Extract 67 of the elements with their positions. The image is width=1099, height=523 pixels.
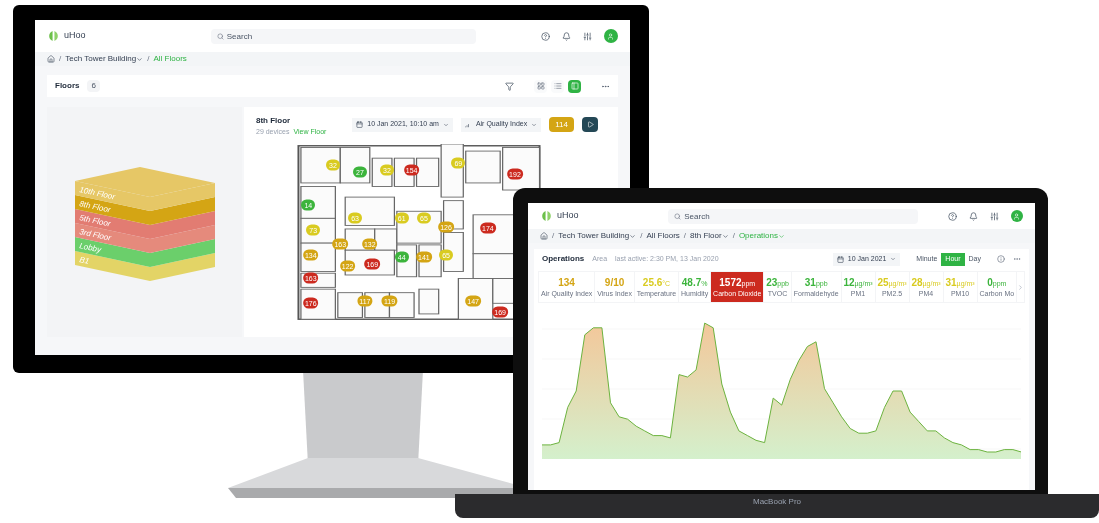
floor-label: 10th Floor [78, 185, 116, 202]
caret-icon [778, 232, 785, 240]
play-button[interactable] [582, 117, 598, 132]
floors-count: 6 [87, 80, 100, 92]
floor-label: B1 [78, 255, 90, 266]
scroll-right-icon[interactable] [1017, 283, 1025, 291]
floor-slab[interactable] [74, 167, 215, 211]
help-icon[interactable] [948, 211, 957, 221]
logo-icon [540, 211, 553, 221]
calendar-icon [356, 121, 364, 128]
caret-icon [890, 256, 897, 262]
info-icon[interactable] [997, 255, 1005, 263]
breadcrumb-link[interactable]: 8th Floor [690, 230, 729, 242]
metric-value: 9/10 [604, 277, 625, 288]
breadcrumb-separator: / [640, 230, 643, 242]
help-icon[interactable] [541, 31, 550, 41]
metric-value: 134 [558, 277, 575, 288]
caret-icon [721, 232, 729, 240]
aqi-value-badge: 114 [549, 117, 574, 132]
breadcrumb-link[interactable]: Tech Tower Building [65, 53, 144, 65]
breadcrumb-link[interactable]: All Floors [646, 230, 680, 242]
logo-icon [47, 31, 60, 41]
home-icon[interactable] [540, 232, 548, 240]
search-icon [216, 32, 224, 40]
view-toggle-button[interactable] [551, 79, 564, 93]
breadcrumb-link[interactable]: Tech Tower Building [558, 230, 637, 242]
breadcrumb-separator: / [147, 53, 150, 65]
avatar[interactable] [1011, 210, 1023, 222]
search-field[interactable]: Search [210, 28, 476, 44]
search-icon [674, 212, 682, 220]
view-toggle-button[interactable] [534, 79, 547, 93]
notification-icon[interactable] [969, 211, 978, 221]
floor-label: 8th Floor [78, 199, 111, 215]
floor-label: Lobby [78, 241, 102, 255]
breadcrumb-separator: / [683, 230, 687, 242]
caret-icon [629, 232, 637, 240]
logo-text: uHoo [557, 209, 579, 223]
list-view-icon [553, 82, 562, 90]
home-icon[interactable] [47, 55, 55, 63]
user-icon [1013, 212, 1021, 220]
room-title: Operations [542, 253, 585, 265]
laptop-model-label: MacBook Pro [753, 496, 801, 508]
floor-name: 8th Floor [256, 115, 292, 127]
more-icon[interactable] [1013, 255, 1021, 263]
settings-icon[interactable] [990, 211, 999, 221]
avatar[interactable] [604, 29, 618, 43]
play-icon [586, 121, 594, 128]
user-icon [607, 32, 615, 40]
caret-icon [531, 121, 538, 128]
view-toggle-button[interactable] [568, 79, 581, 93]
breadcrumb-separator: / [552, 230, 555, 242]
floor-label: 3rd Floor [78, 227, 112, 243]
floors-title: Floors [55, 80, 80, 92]
breadcrumb-separator: / [732, 230, 735, 242]
search-field[interactable]: Search [668, 208, 919, 224]
logo-text: uHoo [64, 29, 86, 43]
settings-icon[interactable] [583, 31, 592, 41]
caret-icon [136, 55, 144, 63]
calendar-icon [836, 255, 844, 263]
grid-view-icon [536, 82, 545, 90]
caret-icon [442, 121, 449, 128]
notification-icon[interactable] [562, 31, 571, 41]
filter-icon[interactable] [505, 81, 514, 91]
map-view-icon [570, 82, 579, 90]
breadcrumb-separator: / [59, 53, 62, 65]
floor-label: 5th Floor [78, 213, 111, 229]
bar-chart-icon [464, 121, 472, 128]
